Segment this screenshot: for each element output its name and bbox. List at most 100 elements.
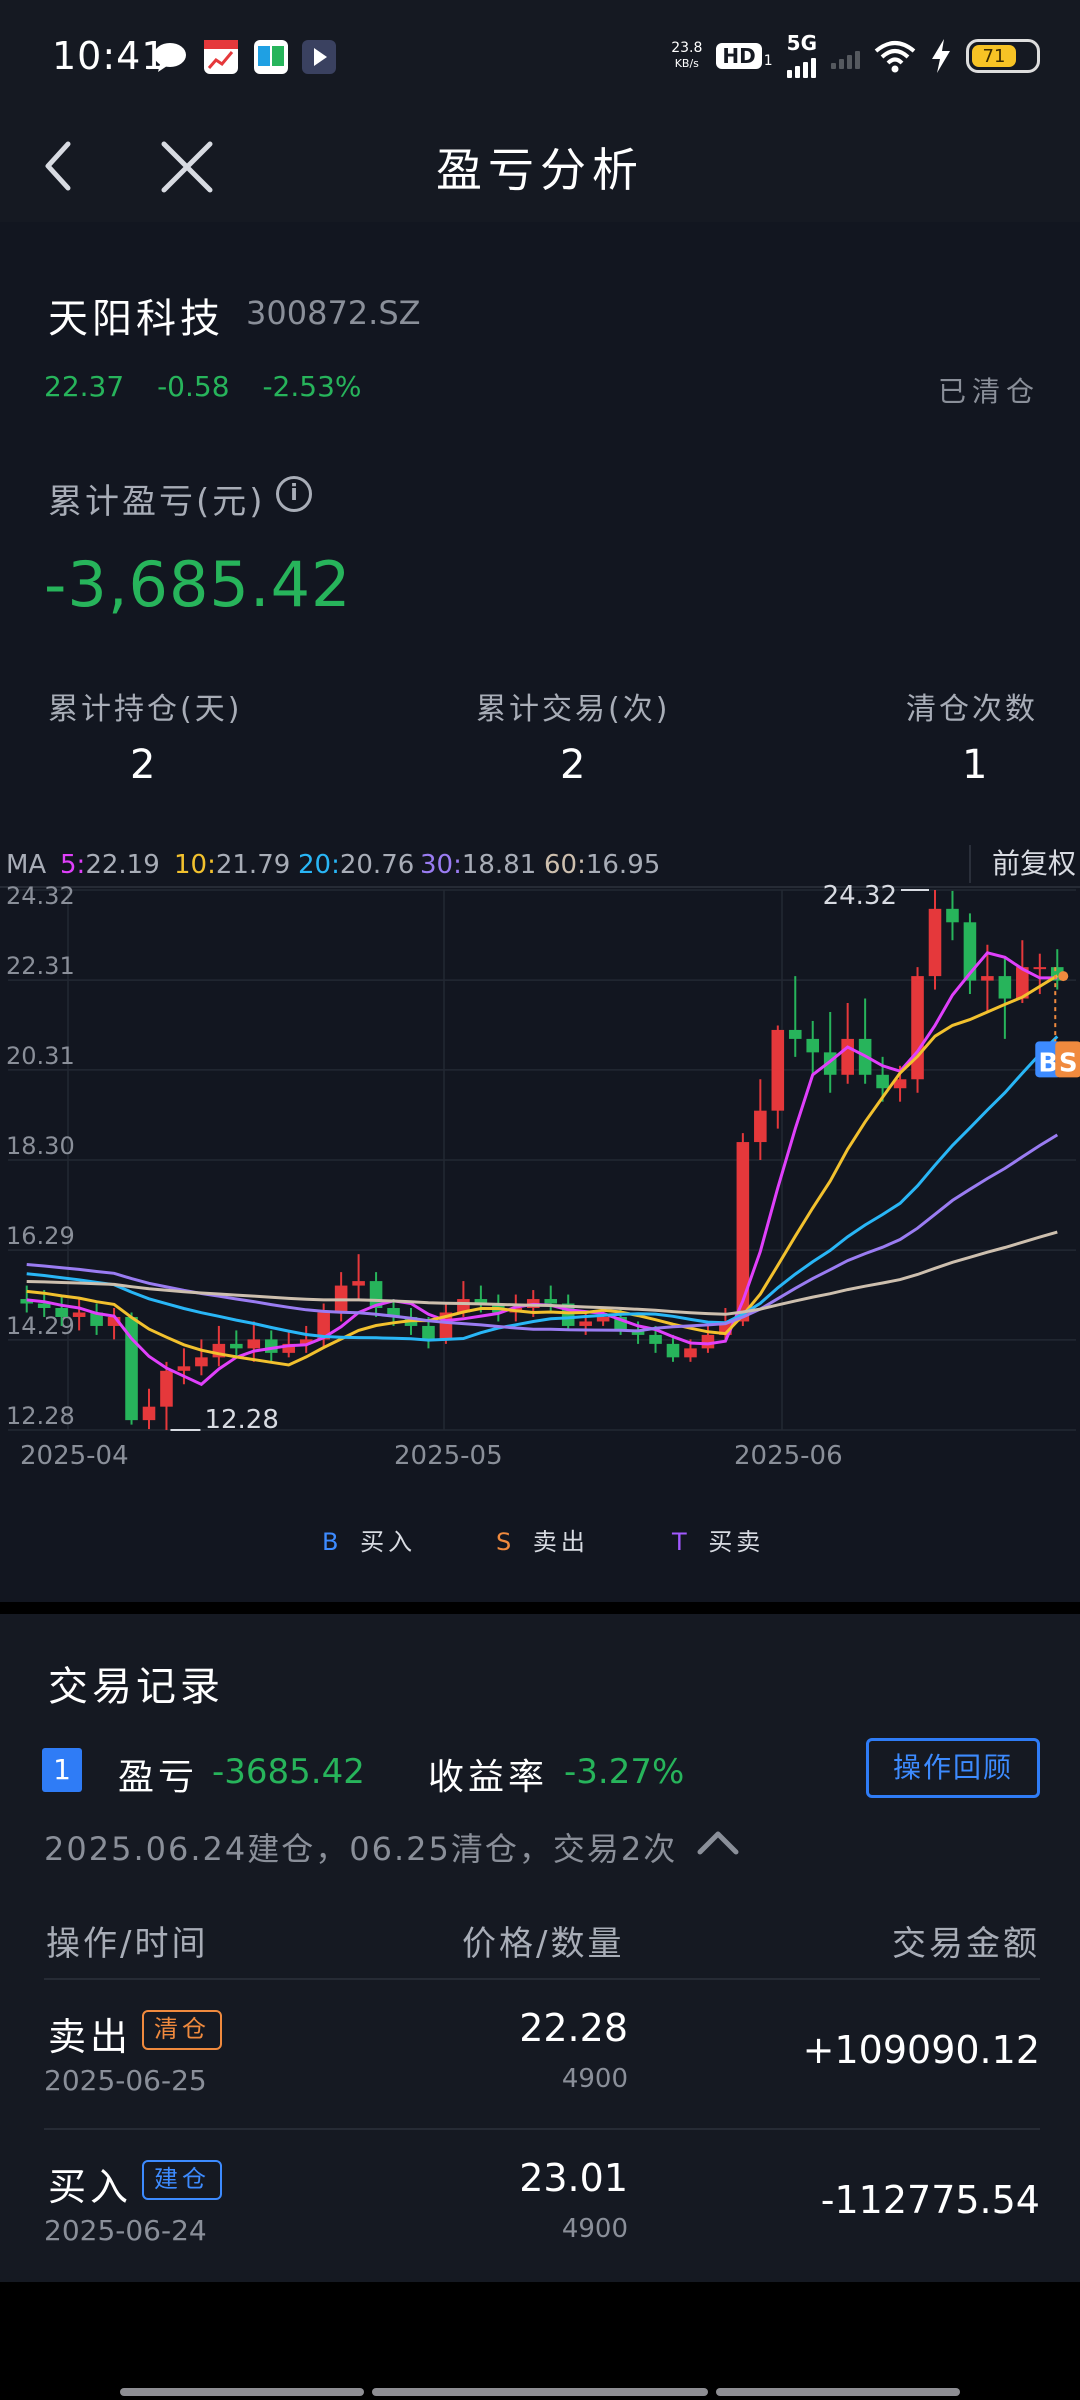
candle-body (544, 1299, 558, 1304)
legend-trade: T 买卖 (672, 1522, 764, 1557)
stock-name: 天阳科技 (48, 296, 224, 342)
record-return-value: -3.27% (564, 1752, 685, 1792)
wifi-icon (874, 41, 916, 73)
candle-body (230, 1343, 243, 1349)
candle-body (352, 1281, 365, 1286)
legend-sell-label: 卖出 (532, 1528, 589, 1556)
col-header-amount: 交易金额 (892, 1924, 1040, 1964)
stat-value-clear-count: 1 (962, 742, 988, 788)
play-icon (302, 40, 336, 74)
book-icon (254, 40, 288, 74)
candle-body (264, 1339, 278, 1353)
candle-body (736, 1142, 750, 1322)
candle-body (422, 1325, 435, 1340)
legend-trade-label: 买卖 (708, 1528, 765, 1556)
candle-body (247, 1339, 261, 1349)
trade-records-panel: 交易记录 1 盈亏 -3685.42 收益率 -3.27% 操作回顾 2025.… (0, 1614, 1080, 2282)
candle-body (946, 908, 959, 923)
net-speed-value: 23.8 (671, 40, 703, 56)
cum-pl-label: 累计盈亏(元) (48, 482, 266, 522)
row-amount: +109090.12 (802, 2028, 1040, 2072)
candle-body (666, 1343, 680, 1358)
candle-body (1033, 967, 1047, 970)
calendar-trend-icon (204, 40, 238, 74)
candle-body (771, 1029, 785, 1111)
record-return-label: 收益率 (428, 1757, 549, 1798)
page-title: 盈亏分析 (436, 143, 644, 197)
candle-body (998, 976, 1012, 999)
candle-body (684, 1348, 697, 1358)
legend-buy-label: 买入 (360, 1528, 417, 1556)
status-badge: 清仓 (142, 2010, 222, 2050)
candle-body (911, 976, 924, 1080)
ma-60-label: 60:16.95 (544, 850, 660, 880)
status-time: 10:41 (52, 34, 167, 78)
legend-buy-symbol: B (322, 1528, 339, 1556)
x-tick-label: 2025-06 (734, 1441, 843, 1471)
ma-prefix: MA (6, 850, 46, 880)
stock-price: 22.37 (44, 370, 125, 403)
stock-quote: 22.37 -0.58 -2.53% (44, 370, 362, 403)
pl-summary-panel: 天阳科技 300872.SZ 22.37 -0.58 -2.53% 已清仓 累计… (0, 222, 1080, 1602)
signal-2-icon (831, 43, 860, 69)
candle-body (195, 1357, 208, 1367)
candle-body (55, 1308, 68, 1317)
status-badge: 建仓 (142, 2160, 222, 2200)
candle-body (142, 1406, 156, 1421)
nav-handle-home[interactable] (372, 2388, 708, 2396)
row-qty: 4900 (561, 2064, 628, 2094)
stock-code: 300872.SZ (246, 294, 421, 332)
nav-handle-left[interactable] (120, 2388, 364, 2396)
candle-body (876, 1074, 889, 1089)
divider (44, 2128, 1040, 2130)
divider (44, 1978, 1040, 1980)
net-speed: 23.8 KB/s (671, 41, 702, 71)
candle-body (37, 1303, 51, 1309)
row-action: 买入 (48, 2165, 133, 2209)
status-bar: 10:41 23.8 KB/s HD 1 5G 71 (0, 0, 1080, 112)
candle-body (701, 1334, 715, 1349)
nav-handle-right[interactable] (716, 2388, 960, 2396)
chart-legend: B 买入 S 卖出 T 买卖 (0, 1522, 1080, 1572)
candle-body (788, 1029, 802, 1039)
ma-20-label: 20:20.76 (298, 850, 414, 880)
battery-level: 71 (972, 45, 1017, 67)
y-tick-label: 24.32 (6, 882, 75, 910)
stat-label-clear-count: 清仓次数 (906, 692, 1038, 727)
hd-badge: HD (716, 43, 762, 69)
legend-sell-symbol: S (496, 1528, 512, 1556)
stat-label-trades: 累计交易(次) (476, 692, 671, 727)
info-icon[interactable]: i (276, 476, 312, 512)
candle-body (928, 908, 942, 977)
ma-5-label: 5:22.19 (60, 850, 160, 880)
system-nav-bar (0, 2282, 1080, 2400)
candle-body (806, 1038, 820, 1053)
x-tick-label: 2025-05 (394, 1441, 503, 1471)
trade-marker-dot (1058, 971, 1069, 982)
net-speed-unit: KB/s (674, 57, 699, 70)
stat-value-trades: 2 (560, 742, 586, 788)
record-pl-value: -3685.42 (212, 1752, 365, 1792)
candle-body (177, 1366, 191, 1371)
battery-icon: 71 (966, 39, 1040, 73)
adjust-label: 前复权 (992, 847, 1076, 880)
operation-review-button[interactable]: 操作回顾 (866, 1738, 1040, 1798)
max-price-label: 24.32 (823, 881, 897, 911)
candle-body (981, 976, 994, 981)
candle-body (72, 1312, 86, 1317)
hd-sub: 1 (763, 53, 773, 69)
top-nav-bar: 盈亏分析 (0, 112, 1080, 222)
candle-body (579, 1321, 592, 1326)
y-tick-label: 20.31 (6, 1042, 75, 1070)
sell-marker-label: S (1059, 1048, 1078, 1078)
record-pl-label: 盈亏 (118, 1757, 199, 1798)
kline-chart[interactable]: MA 5:22.19 10:21.79 20:20.76 30:18.81 60:16.9… (0, 837, 1080, 1537)
candle-body (160, 1370, 173, 1407)
min-price-label: 12.28 (204, 1405, 278, 1435)
stock-change-pct: -2.53% (262, 370, 362, 403)
charging-bolt-icon (932, 39, 950, 73)
chevron-up-icon[interactable] (694, 1822, 742, 1862)
position-status: 已清仓 (937, 375, 1040, 408)
legend-sell: S 卖出 (496, 1522, 589, 1557)
network-type: 5G (786, 31, 817, 55)
